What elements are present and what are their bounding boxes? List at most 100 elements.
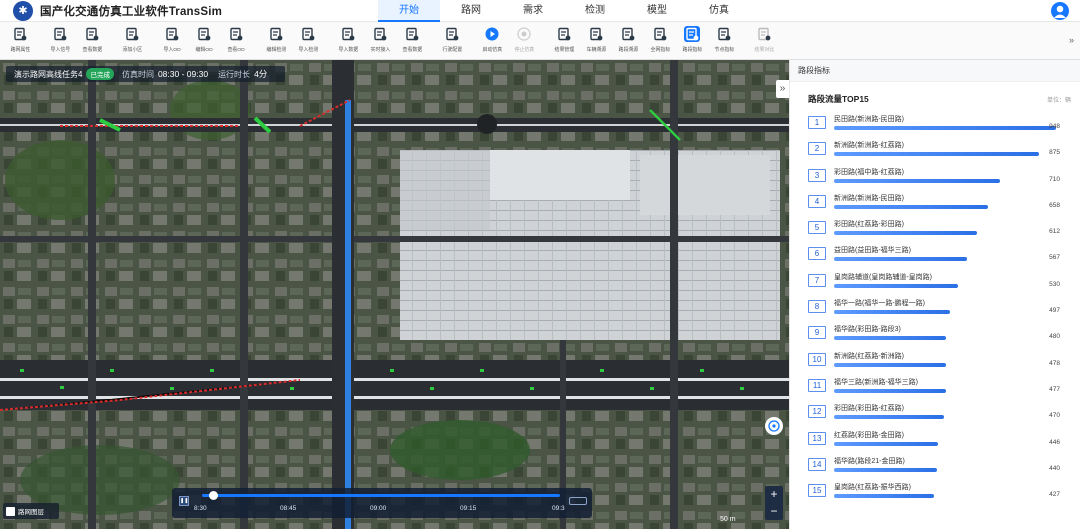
tool-import-detector-button[interactable]: 导入检测	[292, 22, 324, 58]
rank-number: 10	[808, 352, 826, 366]
rank-number: 5	[808, 221, 826, 235]
drive-config-icon	[444, 26, 460, 42]
tool-label: 启动仿真	[482, 47, 502, 53]
ranking-row[interactable]: 4 新洲路(新洲路-民田路) 658	[808, 193, 1072, 219]
ranking-row[interactable]: 13 红荔路(彩田路-金田路) 446	[808, 430, 1072, 456]
ranking-row[interactable]: 3 彩田路(福中路-红荔路) 710	[808, 167, 1072, 193]
link-name: 福华一路(福华一路-鹏程一路)	[834, 300, 925, 308]
tool-link-metric-button[interactable]: 路段指标	[676, 22, 708, 58]
status-badge: 已完成	[86, 68, 114, 80]
user-avatar-icon[interactable]	[1051, 2, 1069, 20]
ranking-row[interactable]: 1 民田路(新洲路-民田路) 948	[808, 114, 1072, 140]
tool-label: 查看OD	[227, 47, 245, 53]
tool-global-metric-button[interactable]: 全网指标	[644, 22, 676, 58]
playback-timeline: ❚❚ 8:30 08:45 09:00 09:15 09:3	[172, 488, 592, 518]
rank-number: 15	[808, 484, 826, 498]
tool-result-mgmt-button[interactable]: 结果管理	[548, 22, 580, 58]
ranking-row[interactable]: 9 福华路(彩田路-路段3) 480	[808, 324, 1072, 350]
ranking-row[interactable]: 8 福华一路(福华一路-鹏程一路) 497	[808, 298, 1072, 324]
flow-value: 480	[1049, 333, 1060, 341]
tool-edit-od-button[interactable]: 编辑OD	[188, 22, 220, 58]
tool-result-compare-button[interactable]: 结果对比	[748, 22, 780, 58]
tool-label: 路网属性	[10, 47, 30, 53]
link-metric-panel: 路段指标 路段流量TOP15 单位：辆 1 民田路(新洲路-民田路) 948 2 新洲路…	[789, 60, 1080, 529]
ranking-row[interactable]: 5 彩田路(红荔路-彩田路) 612	[808, 219, 1072, 245]
timeline-track[interactable]	[202, 494, 560, 497]
sim-time-value: 08:30 - 09:30	[157, 69, 209, 79]
ranking-row[interactable]: 12 彩田路(彩田路-红荔路) 470	[808, 403, 1072, 429]
global-metric-icon	[652, 26, 668, 42]
tool-node-metric-button[interactable]: 节点指标	[708, 22, 740, 58]
flow-value: 530	[1049, 280, 1060, 288]
link-name: 新洲路(红荔路-新洲路)	[834, 352, 904, 360]
panel-collapse-button[interactable]: »	[776, 80, 789, 98]
tool-label: 节点指标	[714, 47, 734, 53]
flow-value: 478	[1049, 359, 1060, 367]
ranking-row[interactable]: 6 益田路(益田路-福华三路) 567	[808, 245, 1072, 271]
tool-start-sim-button[interactable]: 启动仿真	[476, 22, 508, 58]
tool-vehicle-trace-button[interactable]: 车辆溯源	[580, 22, 612, 58]
top-tab-1[interactable]: 路网	[440, 0, 502, 22]
toolbar-more-icon[interactable]: »	[1069, 35, 1074, 45]
layer-button[interactable]: 路网图层	[3, 503, 59, 519]
tool-view-data-button[interactable]: 查看数据	[76, 22, 108, 58]
tool-import-data-button[interactable]: 导入数据	[332, 22, 364, 58]
tool-view-od-button[interactable]: 查看OD	[220, 22, 252, 58]
rank-number: 12	[808, 405, 826, 419]
result-compare-icon	[756, 26, 772, 42]
flow-bar	[834, 467, 938, 472]
tool-label: 结果对比	[754, 47, 774, 53]
ranking-row[interactable]: 11 福华三路(新洲路-福华三路) 477	[808, 377, 1072, 403]
link-name: 益田路(益田路-福华三路)	[834, 247, 911, 255]
tool-edit-detector-button[interactable]: 编辑检测	[260, 22, 292, 58]
zoom-out-button[interactable]: −	[765, 503, 783, 520]
flow-value: 446	[1049, 438, 1060, 446]
rank-number: 4	[808, 194, 826, 208]
link-name: 皇岗路(红荔路-振华西路)	[834, 484, 911, 492]
ranking-list: 1 民田路(新洲路-民田路) 948 2 新洲路(新洲路-红荔路) 875 3 彩田路(福中路…	[808, 114, 1072, 508]
tool-label: 路段溯源	[618, 47, 638, 53]
tool-add-zone-button[interactable]: 添加小区	[116, 22, 148, 58]
flow-bar	[834, 283, 959, 288]
tool-import-signal-button[interactable]: 导入信号	[44, 22, 76, 58]
tool-network-attr-button[interactable]: 路网属性	[4, 22, 36, 58]
top-tab-2[interactable]: 需求	[502, 0, 564, 22]
tool-drive-config-button[interactable]: 行驶配置	[436, 22, 468, 58]
ranking-row[interactable]: 2 新洲路(新洲路-红荔路) 875	[808, 140, 1072, 166]
link-name: 福华三路(新洲路-福华三路)	[834, 378, 918, 386]
ranking-row[interactable]: 15 皇岗路(红荔路-振华西路) 427	[808, 482, 1072, 508]
top-tab-4[interactable]: 模型	[626, 0, 688, 22]
add-zone-icon	[124, 26, 140, 42]
elapsed-label: 运行时长	[218, 69, 251, 79]
flow-value: 875	[1049, 149, 1060, 157]
tool-label: 编辑OD	[195, 47, 213, 53]
flow-bar	[834, 310, 951, 315]
tool-import-od-button[interactable]: 导入OD	[156, 22, 188, 58]
pause-button[interactable]: ❚❚	[179, 496, 189, 506]
view-od-icon	[228, 26, 244, 42]
tool-label: 导入OD	[163, 47, 181, 53]
rank-number: 7	[808, 273, 826, 287]
tool-stop-sim-button[interactable]: 停止仿真	[508, 22, 540, 58]
tool-realtime-button[interactable]: 实时接入	[364, 22, 396, 58]
timeline-knob[interactable]	[209, 491, 219, 500]
flow-bar	[834, 415, 945, 420]
rank-number: 8	[808, 300, 826, 314]
zoom-in-button[interactable]: +	[765, 486, 783, 503]
top-tab-3[interactable]: 检测	[564, 0, 626, 22]
compass-icon[interactable]	[765, 417, 783, 435]
top-tab-0[interactable]: 开始	[378, 0, 440, 22]
tool-label: 查看数据	[82, 47, 102, 53]
satellite-map	[0, 60, 789, 529]
ranking-row[interactable]: 10 新洲路(红荔路-新洲路) 478	[808, 351, 1072, 377]
tool-link-trace-button[interactable]: 路段溯源	[612, 22, 644, 58]
map-view[interactable]: »	[0, 60, 789, 529]
tool-view-data-button[interactable]: 查看数据	[396, 22, 428, 58]
ranking-row[interactable]: 14 福华路(路段21-金田路) 440	[808, 456, 1072, 482]
app-title: 国产化交通仿真工业软件TransSim	[40, 5, 223, 18]
ranking-row[interactable]: 7 皇岗路辅道(皇岗路辅道-皇岗路) 530	[808, 272, 1072, 298]
top-tab-5[interactable]: 仿真	[688, 0, 750, 22]
node-metric-icon	[716, 26, 732, 42]
playback-speed-icon[interactable]	[569, 497, 587, 505]
link-name: 新洲路(新洲路-红荔路)	[834, 142, 904, 150]
